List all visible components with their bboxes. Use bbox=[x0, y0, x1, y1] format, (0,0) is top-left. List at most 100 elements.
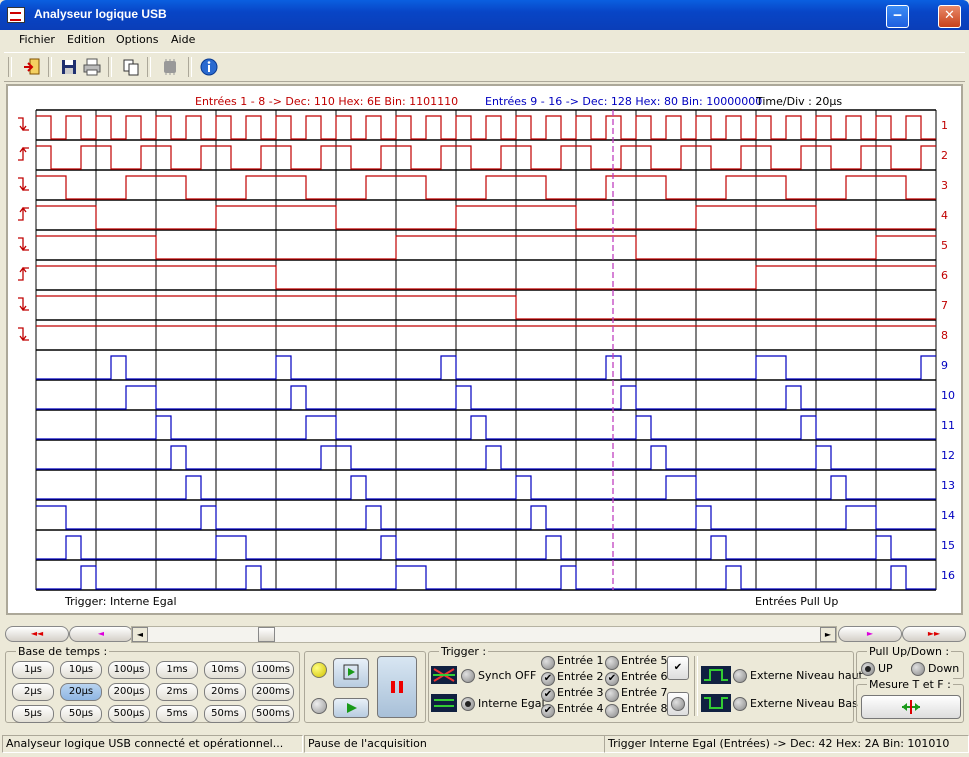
horizontal-scrollbar[interactable]: ◄ ► bbox=[131, 626, 837, 643]
menu-options[interactable]: Options bbox=[116, 33, 158, 46]
channel-label-2: 2 bbox=[941, 149, 948, 162]
timebase-button-3[interactable]: 1ms bbox=[156, 661, 198, 679]
timebase-button-8[interactable]: 200µs bbox=[108, 683, 150, 701]
timebase-button-12[interactable]: 5µs bbox=[12, 705, 54, 723]
timebase-button-6[interactable]: 2µs bbox=[12, 683, 54, 701]
timebase-button-4[interactable]: 10ms bbox=[204, 661, 246, 679]
trigger-label: Trigger : bbox=[439, 645, 489, 658]
play-icon bbox=[347, 703, 357, 713]
menu-bar: Fichier Edition Options Aide bbox=[4, 30, 965, 50]
interne-egal-label: Interne Egal bbox=[478, 697, 545, 710]
window-title: Analyseur logique USB bbox=[34, 7, 167, 21]
timebase-button-15[interactable]: 5ms bbox=[156, 705, 198, 723]
trigger-entree-3-check[interactable]: ✔ bbox=[541, 688, 555, 702]
status-trigger: Trigger Interne Egal (Entrées) -> Dec: 4… bbox=[604, 735, 969, 753]
ext-high-radio[interactable] bbox=[733, 669, 747, 683]
scroll-arrow-right[interactable]: ► bbox=[820, 627, 836, 642]
acquisition-panel bbox=[304, 651, 426, 723]
trigger-entree-2-check[interactable]: ✔ bbox=[541, 672, 555, 686]
waveform-channel-3 bbox=[36, 175, 936, 200]
title-bar[interactable]: Analyseur logique USB ‒ ✕ bbox=[0, 0, 969, 30]
mesure-button[interactable] bbox=[861, 695, 961, 719]
synch-off-radio[interactable] bbox=[461, 669, 475, 683]
trigger-entree-1-label: Entrée 1 bbox=[557, 654, 604, 667]
rising-edge-icon[interactable] bbox=[18, 146, 29, 161]
menu-aide[interactable]: Aide bbox=[171, 33, 195, 46]
timebase-button-13[interactable]: 50µs bbox=[60, 705, 102, 723]
channel-label-7: 7 bbox=[941, 299, 948, 312]
trigger-entree-7-check[interactable] bbox=[605, 688, 619, 702]
trigger-panel: Trigger : Synch OFF Interne Egal Entrée … bbox=[428, 645, 863, 723]
exit-icon[interactable] bbox=[22, 57, 42, 77]
print-icon[interactable] bbox=[82, 57, 102, 77]
info-icon[interactable] bbox=[199, 57, 219, 77]
timebase-button-10[interactable]: 20ms bbox=[204, 683, 246, 701]
copy-icon[interactable] bbox=[121, 57, 141, 77]
timebase-button-9[interactable]: 2ms bbox=[156, 683, 198, 701]
waveform-channel-2 bbox=[36, 145, 936, 170]
logic-analyzer-display[interactable]: Entrées 1 - 8 -> Dec: 110 Hex: 6E Bin: 1… bbox=[6, 84, 963, 615]
check-all-button[interactable]: ✔ bbox=[667, 656, 689, 680]
timebase-button-11[interactable]: 200ms bbox=[252, 683, 294, 701]
waveform-channel-9 bbox=[36, 355, 936, 380]
pullup-down-label: Down bbox=[928, 662, 960, 675]
scroll-left-button[interactable]: ◄ bbox=[69, 626, 133, 642]
pullup-down-radio[interactable] bbox=[911, 662, 925, 676]
channel-label-4: 4 bbox=[941, 209, 948, 222]
falling-edge-icon[interactable] bbox=[18, 237, 29, 252]
trigger-entree-5-label: Entrée 5 bbox=[621, 654, 668, 667]
single-shot-button[interactable] bbox=[333, 658, 369, 688]
falling-edge-icon[interactable] bbox=[18, 177, 29, 192]
ext-low-radio[interactable] bbox=[733, 697, 747, 711]
waveform-channel-5 bbox=[36, 235, 936, 260]
status-connection: Analyseur logique USB connecté et opérat… bbox=[2, 735, 303, 753]
pullup-up-radio[interactable] bbox=[861, 662, 875, 676]
close-button[interactable]: ✕ bbox=[938, 5, 961, 28]
rising-edge-icon[interactable] bbox=[18, 206, 29, 221]
timebase-button-1[interactable]: 10µs bbox=[60, 661, 102, 679]
trigger-entree-1-check[interactable] bbox=[541, 656, 555, 670]
interne-egal-radio[interactable] bbox=[461, 697, 475, 711]
timebase-button-2[interactable]: 100µs bbox=[108, 661, 150, 679]
waveform-channel-13 bbox=[36, 475, 936, 500]
timebase-button-0[interactable]: 1µs bbox=[12, 661, 54, 679]
scroll-thumb[interactable] bbox=[258, 627, 275, 642]
timebase-button-16[interactable]: 50ms bbox=[204, 705, 246, 723]
waveform-channel-15 bbox=[36, 535, 936, 560]
trigger-entree-8-check[interactable] bbox=[605, 704, 619, 718]
pullup-label: Pull Up/Down : bbox=[867, 645, 952, 658]
scroll-far-right-button[interactable]: ►► bbox=[902, 626, 966, 642]
uncheck-all-button[interactable] bbox=[667, 692, 689, 716]
menu-fichier[interactable]: Fichier bbox=[19, 33, 55, 46]
mesure-panel: Mesure T et F : bbox=[856, 678, 964, 723]
pause-button[interactable] bbox=[377, 656, 417, 718]
timebase-button-17[interactable]: 500ms bbox=[252, 705, 294, 723]
trigger-entree-5-check[interactable] bbox=[605, 656, 619, 670]
trigger-entree-4-label: Entrée 4 bbox=[557, 702, 604, 715]
trigger-entree-6-check[interactable]: ✔ bbox=[605, 672, 619, 686]
timebase-button-7[interactable]: 20µs bbox=[60, 683, 102, 701]
timebase-button-14[interactable]: 500µs bbox=[108, 705, 150, 723]
save-icon[interactable] bbox=[59, 57, 79, 77]
scroll-far-left-button[interactable]: ◄◄ bbox=[5, 626, 69, 642]
falling-edge-icon[interactable] bbox=[18, 297, 29, 312]
channel-label-9: 9 bbox=[941, 359, 948, 372]
minimize-button[interactable]: ‒ bbox=[886, 5, 909, 28]
timebase-button-5[interactable]: 100ms bbox=[252, 661, 294, 679]
play-once-icon bbox=[343, 664, 359, 680]
pullup-panel: Pull Up/Down : UP Down bbox=[856, 645, 964, 679]
trigger-entree-4-check[interactable]: ✔ bbox=[541, 704, 555, 718]
falling-edge-icon[interactable] bbox=[18, 117, 29, 132]
menu-edition[interactable]: Edition bbox=[67, 33, 105, 46]
ext-low-label: Externe Niveau Bas bbox=[750, 697, 858, 710]
run-button[interactable] bbox=[333, 698, 369, 718]
rising-edge-icon[interactable] bbox=[18, 266, 29, 281]
channel-label-1: 1 bbox=[941, 119, 948, 132]
waveform-area[interactable] bbox=[8, 86, 961, 613]
app-icon[interactable] bbox=[7, 7, 25, 23]
scroll-arrow-left[interactable]: ◄ bbox=[132, 627, 148, 642]
falling-edge-icon[interactable] bbox=[18, 327, 29, 342]
channel-label-11: 11 bbox=[941, 419, 955, 432]
waveform-channel-6 bbox=[36, 265, 936, 290]
scroll-right-button[interactable]: ► bbox=[838, 626, 902, 642]
